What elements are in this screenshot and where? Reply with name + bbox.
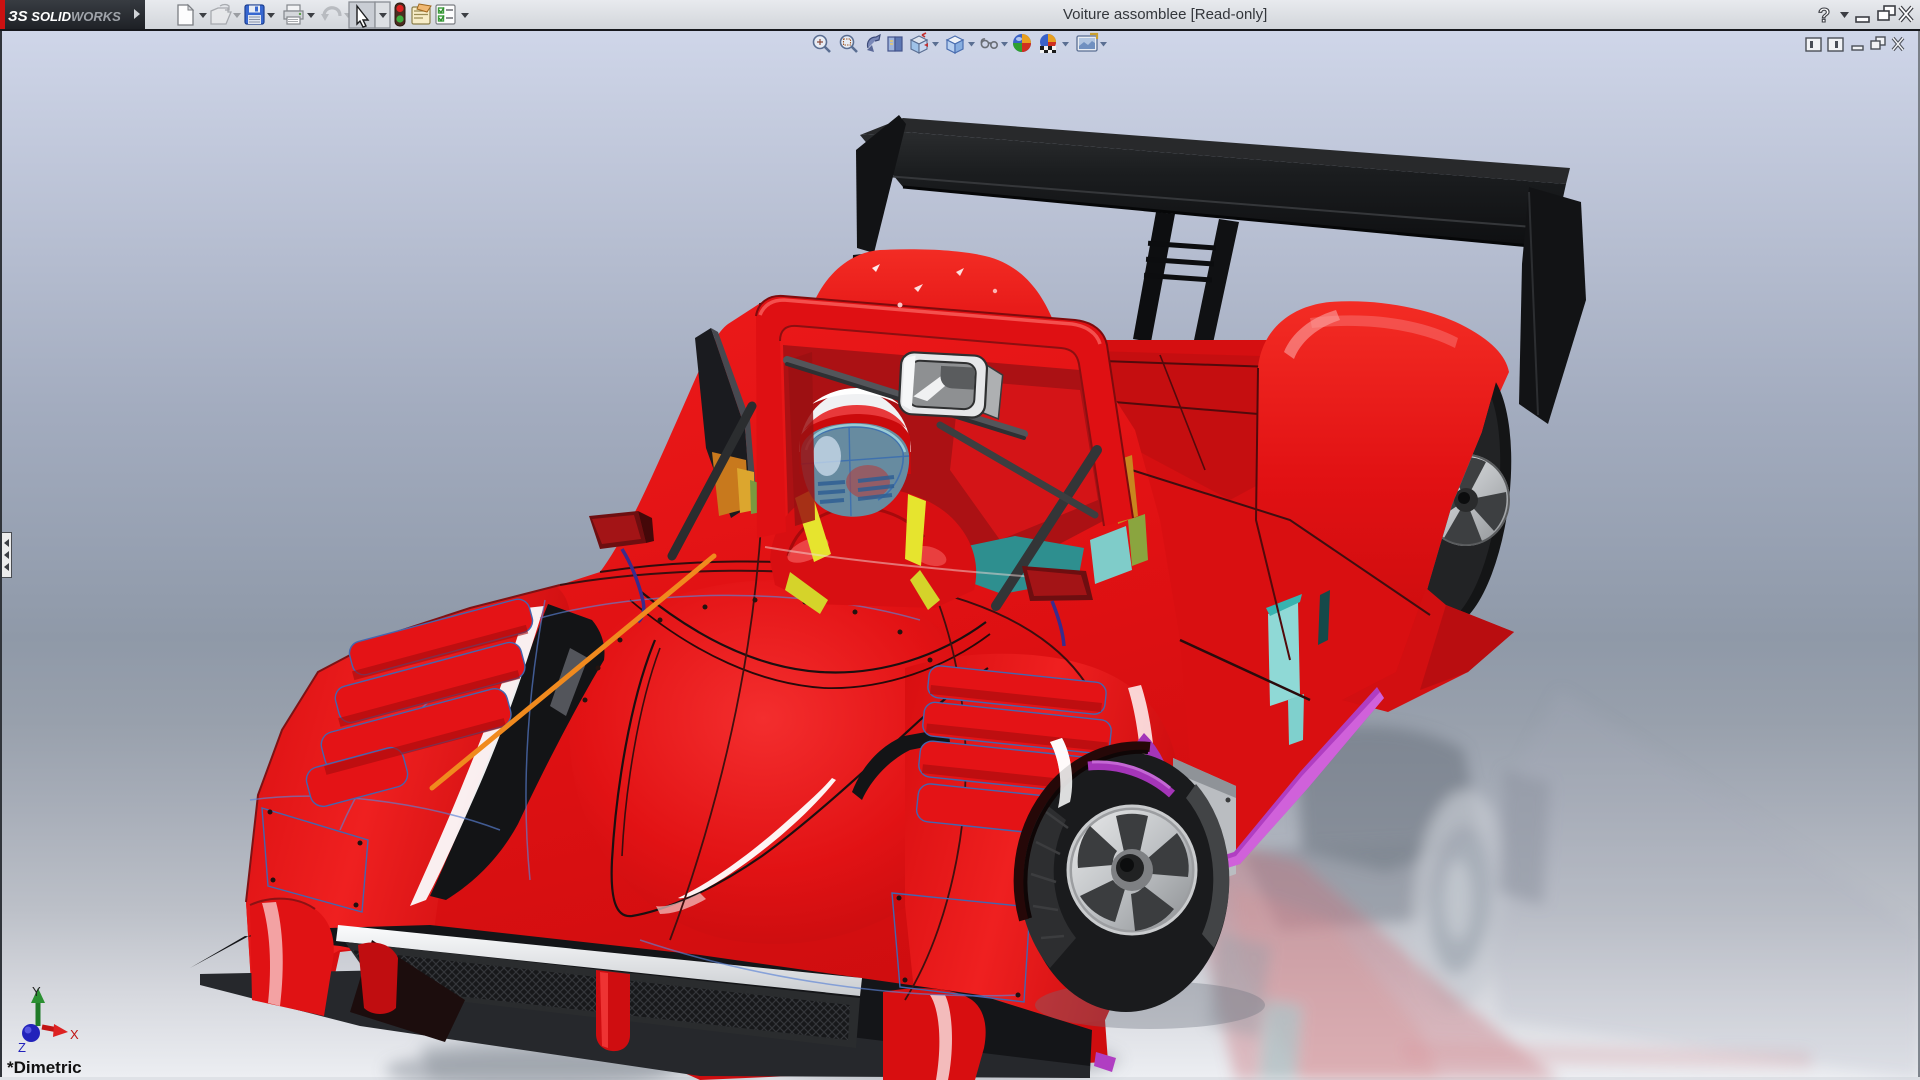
svg-text:Z: Z — [18, 1040, 26, 1055]
svg-text:?: ? — [1818, 5, 1830, 27]
svg-text:X: X — [70, 1027, 79, 1042]
svg-text:Y: Y — [32, 984, 41, 999]
